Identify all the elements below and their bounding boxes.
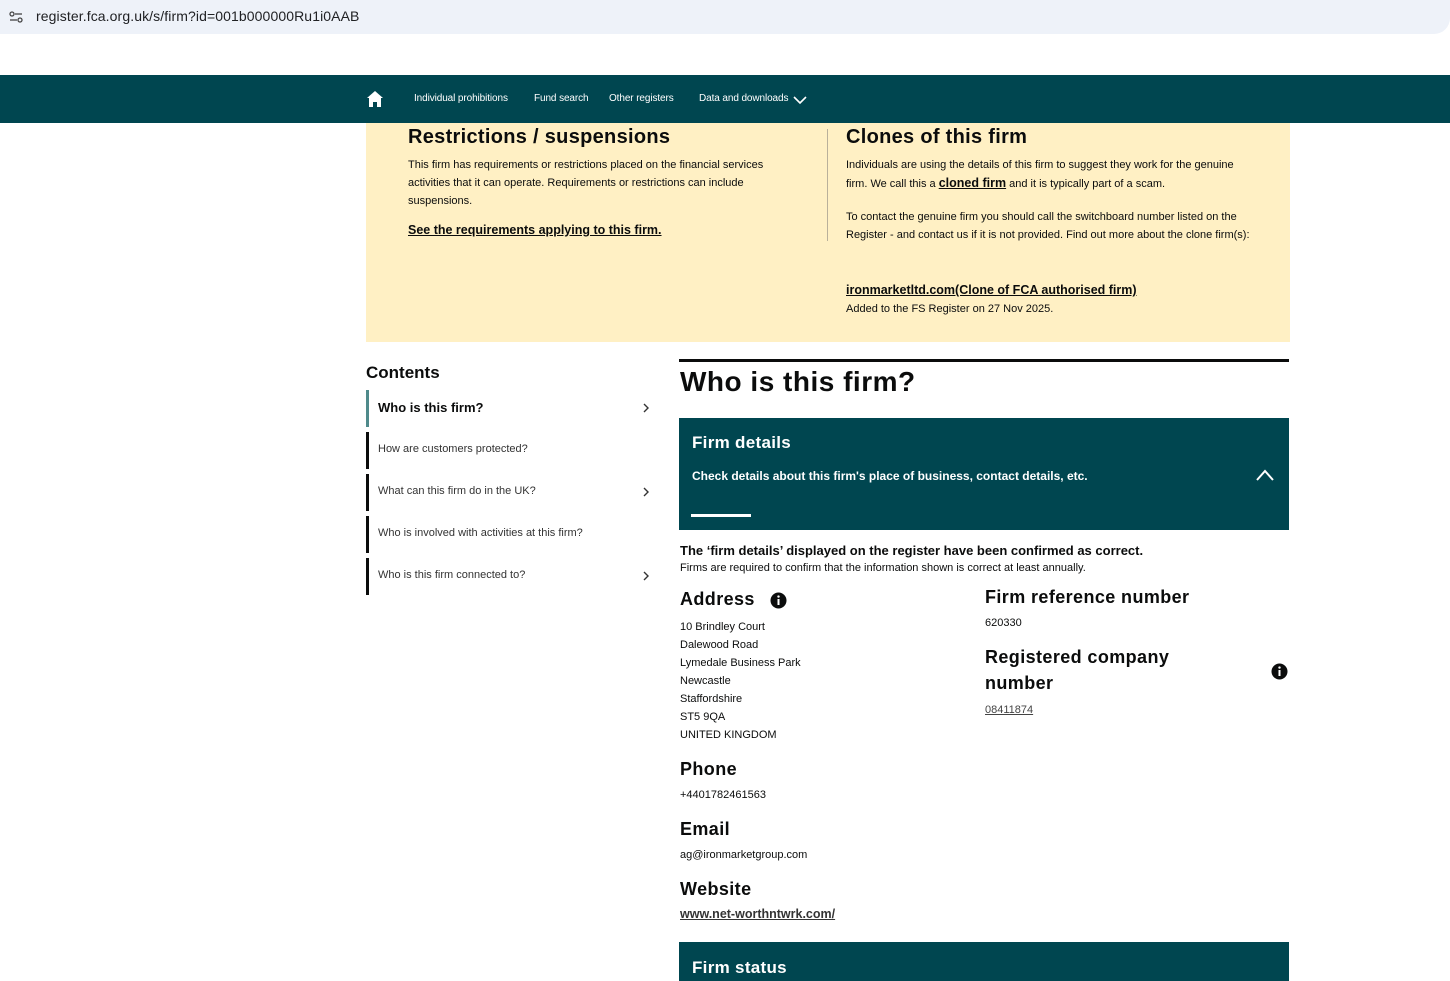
chevron-down-icon[interactable] <box>793 95 807 105</box>
contents-item[interactable]: How are customers protected? <box>366 432 656 469</box>
contents-title: Contents <box>366 363 440 382</box>
contents-item[interactable]: Who is this firm? <box>366 390 656 427</box>
address-line: ST5 9QA <box>680 711 726 723</box>
title-rule <box>679 359 1289 362</box>
email-heading: Email <box>680 819 731 839</box>
info-icon[interactable] <box>770 592 787 609</box>
address-line: Lymedale Business Park <box>680 657 801 669</box>
frn-value: 620330 <box>985 617 1022 629</box>
restrictions-body: This firm has requirements or restrictio… <box>408 159 764 207</box>
clone-site-link[interactable]: ironmarketltd.com(Clone of FCA authorise… <box>846 281 1137 299</box>
company-number-link[interactable]: 08411874 <box>985 701 1033 719</box>
firm-details-desc: Check details about this firm's place of… <box>692 469 1088 483</box>
site-settings-icon[interactable] <box>8 9 24 25</box>
phone-value: +4401782461563 <box>680 789 766 801</box>
clones-title: Clones of this firm <box>846 126 1028 148</box>
restrictions-title: Restrictions / suspensions <box>408 126 671 148</box>
address-line: Staffordshire <box>680 693 743 705</box>
warning-divider <box>827 129 828 241</box>
contents-item-label: What can this firm do in the UK? <box>378 485 536 497</box>
info-icon-company[interactable] <box>1271 663 1288 680</box>
confirmed-text: The ‘firm details’ displayed on the regi… <box>680 543 1144 558</box>
clones-body: Individuals are using the details of thi… <box>846 156 1256 193</box>
firm-details-title: Firm details <box>692 433 792 452</box>
address-lines: 10 Brindley Court Dalewood Road Lymedale B… <box>680 618 801 744</box>
browser-address-bar[interactable]: register.fca.org.uk/s/firm?id=001b000000… <box>0 0 1450 34</box>
chevron-right-icon <box>643 403 649 413</box>
address-line: Newcastle <box>680 675 731 687</box>
phone-heading: Phone <box>680 759 738 779</box>
nav-fund-search[interactable]: Fund search <box>534 93 589 104</box>
url-text[interactable]: register.fca.org.uk/s/firm?id=001b000000… <box>36 8 360 24</box>
requirements-link[interactable]: See the requirements applying to this fi… <box>408 221 662 239</box>
page-title: Who is this firm? <box>680 366 916 397</box>
contents-item[interactable]: Who is involved with activities at this … <box>366 516 656 553</box>
contents-item-label: Who is involved with activities at this … <box>378 527 583 539</box>
firm-status-title: Firm status <box>692 958 787 977</box>
frn-heading: Firm reference number <box>985 587 1190 607</box>
clones-body-text-end: and it is typically part of a scam. <box>1006 178 1166 190</box>
chevron-right-icon <box>643 487 649 497</box>
company-number-heading-2: number <box>985 673 1054 693</box>
address-line: Dalewood Road <box>680 639 759 651</box>
website-link[interactable]: www.net-worthntwrk.com/ <box>680 905 835 923</box>
clone-added-date: Added to the FS Register on 27 Nov 2025. <box>846 303 1054 315</box>
email-value: ag@ironmarketgroup.com <box>680 849 808 861</box>
cloned-firm-link[interactable]: cloned firm <box>939 176 1006 190</box>
contents-item-label: How are customers protected? <box>378 443 528 455</box>
confirmed-subtext: Firms are required to confirm that the i… <box>680 562 1086 574</box>
chevron-up-icon[interactable] <box>1255 468 1275 482</box>
chevron-right-icon <box>643 571 649 581</box>
home-icon[interactable] <box>366 90 384 108</box>
contents-item-label: Who is this firm connected to? <box>378 569 526 581</box>
address-heading: Address <box>680 589 755 609</box>
nav-data-and-downloads[interactable]: Data and downloads <box>699 93 788 104</box>
contents-item[interactable]: What can this firm do in the UK? <box>366 474 656 511</box>
main-nav: Individual prohibitions Fund search Othe… <box>0 75 1450 123</box>
address-line: 10 Brindley Court <box>680 621 765 633</box>
panel-underline <box>691 514 751 517</box>
company-number-heading: Registered company <box>985 647 1170 667</box>
address-line: UNITED KINGDOM <box>680 729 777 741</box>
nav-individual-prohibitions[interactable]: Individual prohibitions <box>414 93 508 104</box>
contents-item-label: Who is this firm? <box>378 400 484 415</box>
nav-other-registers[interactable]: Other registers <box>609 93 674 104</box>
contents-item[interactable]: Who is this firm connected to? <box>366 558 656 595</box>
firm-details-panel[interactable]: Firm details Check details about this fi… <box>679 418 1289 530</box>
website-heading: Website <box>680 879 752 899</box>
warning-box: Restrictions / suspensions This firm has… <box>366 123 1290 342</box>
clones-contact: To contact the genuine firm you should c… <box>846 211 1250 241</box>
firm-status-panel[interactable]: Firm status <box>679 942 1289 981</box>
